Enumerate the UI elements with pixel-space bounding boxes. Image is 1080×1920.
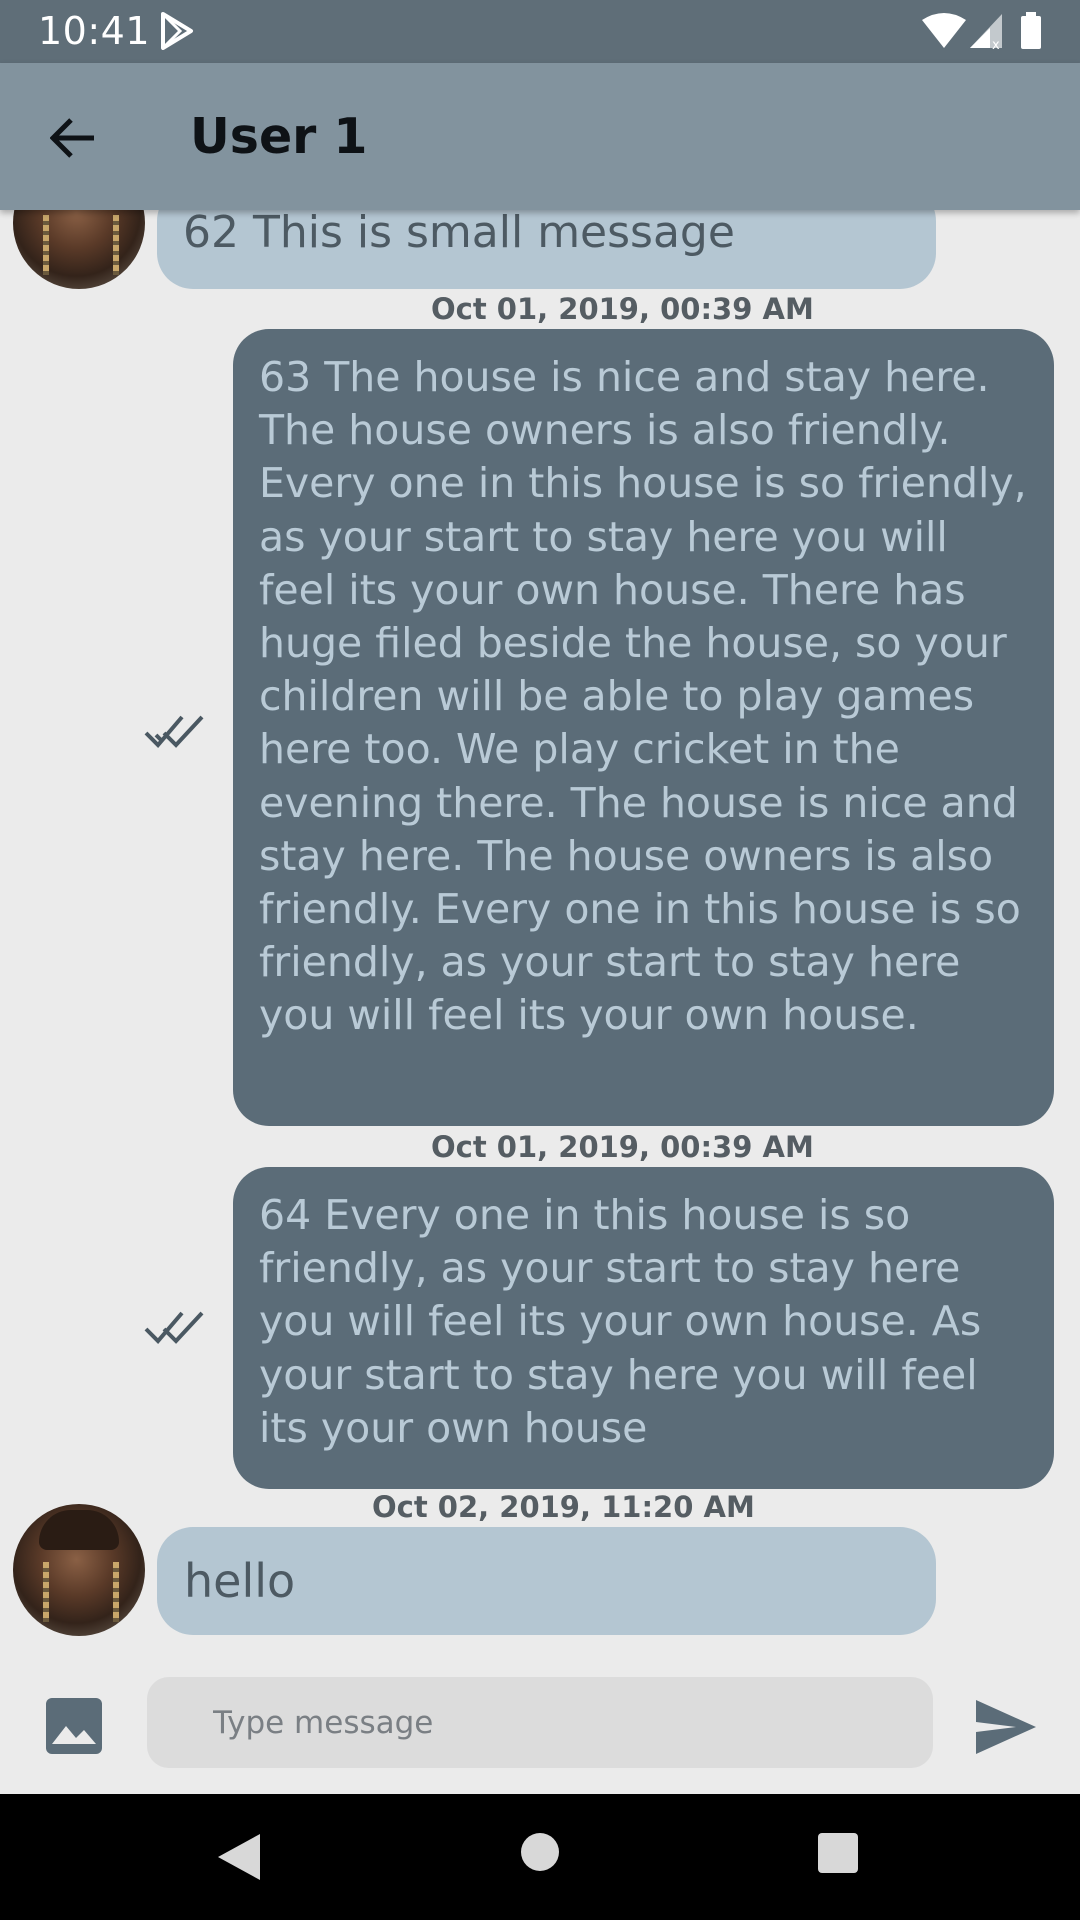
outgoing-message-bubble[interactable]: 64 Every one in this house is so friendl… <box>233 1167 1054 1489</box>
double-check-icon <box>144 1311 204 1344</box>
nav-recents-icon[interactable] <box>818 1833 858 1873</box>
send-icon[interactable] <box>974 1698 1038 1756</box>
message-text: hello <box>184 1554 296 1608</box>
message-list[interactable]: 62 This is small message Oct 01, 2019, 0… <box>0 63 1080 1660</box>
wifi-icon <box>922 13 966 48</box>
arrow-back-icon <box>50 118 94 158</box>
message-timestamp: Oct 02, 2019, 11:20 AM <box>372 1490 755 1524</box>
image-icon[interactable] <box>44 1696 104 1756</box>
status-bar: 10:41 x <box>0 0 1080 63</box>
message-timestamp: Oct 01, 2019, 00:39 AM <box>431 292 814 326</box>
nav-back-icon[interactable] <box>214 1832 262 1882</box>
message-text: 64 Every one in this house is so friendl… <box>259 1191 982 1452</box>
message-timestamp: Oct 01, 2019, 00:39 AM <box>431 1130 814 1164</box>
message-input[interactable] <box>147 1677 933 1768</box>
back-button[interactable] <box>36 103 110 173</box>
avatar[interactable] <box>13 1504 145 1636</box>
status-time: 10:41 <box>38 9 151 53</box>
message-text: 62 This is small message <box>183 207 735 258</box>
play-store-icon <box>161 12 193 50</box>
svg-text:x: x <box>992 38 1000 50</box>
double-check-icon <box>144 715 204 748</box>
conversation-title: User 1 <box>190 108 368 165</box>
battery-icon <box>1021 12 1041 49</box>
outgoing-message-bubble[interactable]: 63 The house is nice and stay here. The … <box>233 329 1054 1126</box>
message-text: 63 The house is nice and stay here. The … <box>259 353 1027 1040</box>
system-navigation-bar <box>0 1794 1080 1920</box>
app-bar: User 1 <box>0 63 1080 210</box>
nav-home-icon[interactable] <box>521 1833 559 1871</box>
message-composer <box>0 1660 1080 1794</box>
signal-icon: x <box>970 14 1002 50</box>
incoming-message-bubble[interactable]: hello <box>157 1527 936 1635</box>
